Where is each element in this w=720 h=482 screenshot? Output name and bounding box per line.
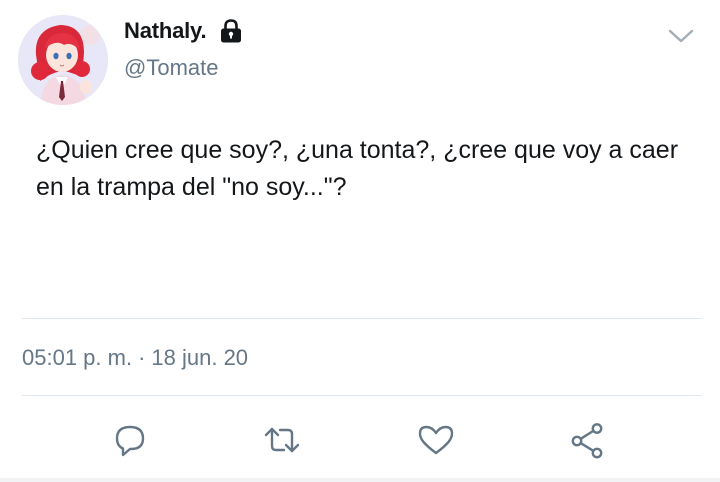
divider: [22, 395, 702, 396]
avatar-image: [18, 15, 108, 105]
share-icon: [571, 423, 603, 459]
retweet-button[interactable]: [260, 418, 304, 462]
user-handle[interactable]: @Tomate: [124, 55, 218, 81]
display-name[interactable]: Nathaly.: [124, 18, 207, 44]
timestamp-separator: ·: [138, 345, 146, 370]
lock-icon: [218, 18, 244, 44]
heart-icon: [418, 425, 454, 455]
divider: [22, 318, 702, 319]
avatar[interactable]: [18, 15, 108, 105]
comment-icon: [115, 425, 145, 457]
chevron-down-icon[interactable]: [668, 26, 694, 46]
reply-button[interactable]: [108, 418, 152, 462]
tweet-date: 18 jun. 20: [151, 345, 249, 370]
share-button[interactable]: [566, 418, 610, 462]
like-button[interactable]: [414, 418, 458, 462]
tweet-timestamp[interactable]: 05:01 p. m. · 18 jun. 20: [22, 345, 248, 371]
tweet-time: 05:01 p. m.: [22, 345, 133, 370]
tweet-actions: [0, 418, 720, 462]
retweet-icon: [264, 427, 300, 453]
bottom-border: [0, 478, 720, 482]
user-name-row: Nathaly.: [124, 18, 244, 44]
tweet-text: ¿Quien cree que soy?, ¿una tonta?, ¿cree…: [36, 136, 679, 201]
